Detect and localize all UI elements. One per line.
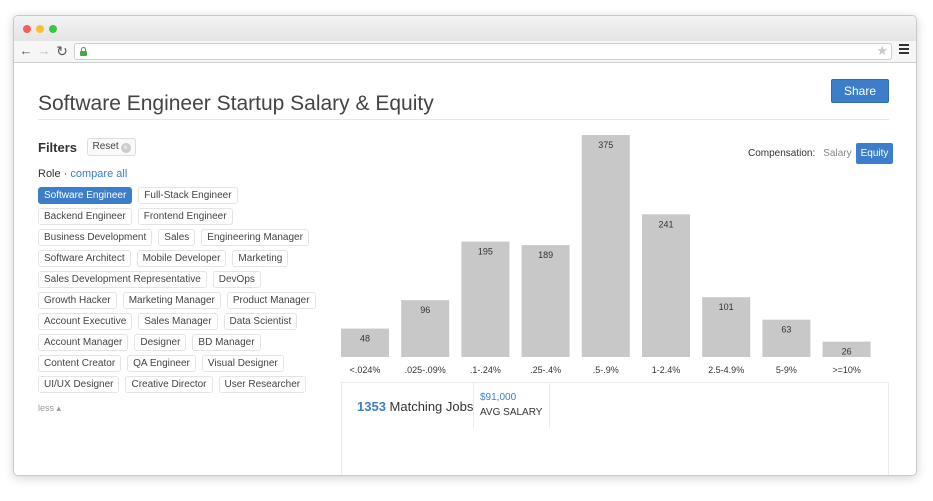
role-tag[interactable]: Backend Engineer: [38, 208, 132, 225]
role-tag[interactable]: User Researcher: [218, 376, 307, 393]
compare-all-link[interactable]: compare all: [70, 168, 127, 180]
role-label-line: Role · compare all: [38, 168, 127, 180]
tag-row: UI/UX Designer Creative Director User Rese…: [38, 376, 328, 393]
tag-row: Backend Engineer Frontend Engineer: [38, 208, 328, 225]
role-tag[interactable]: Sales Development Representative: [38, 271, 207, 288]
role-tag[interactable]: QA Engineer: [127, 355, 196, 372]
bar-value-label: 26: [842, 347, 852, 357]
forward-arrow-icon[interactable]: →: [36, 43, 52, 59]
x-tick-label: 5-9%: [776, 365, 797, 375]
role-tag[interactable]: Business Development: [38, 229, 153, 246]
less-toggle[interactable]: less ▴: [38, 403, 61, 414]
reset-label: Reset: [92, 141, 119, 152]
maximize-window-button[interactable]: [49, 25, 57, 33]
stats-panel: 1353 Matching Jobs $91,000 AVG SALARY: [341, 382, 889, 475]
back-arrow-icon[interactable]: ←: [18, 43, 34, 59]
close-window-button[interactable]: [23, 25, 31, 33]
tag-row: Content Creator QA Engineer Visual Designe…: [38, 355, 328, 372]
bar-value-label: 195: [478, 247, 493, 257]
role-tag[interactable]: Data Scientist: [223, 313, 298, 330]
tag-row: Account Executive Sales Manager Data Scien…: [38, 313, 328, 330]
role-tag[interactable]: Sales Manager: [138, 313, 218, 330]
share-button[interactable]: Share: [831, 79, 889, 103]
role-tag[interactable]: Account Manager: [38, 334, 129, 351]
role-tag[interactable]: Software Architect: [38, 250, 131, 267]
browser-menu-icon[interactable]: [899, 44, 909, 56]
role-separator: ·: [60, 168, 71, 180]
x-tick-label: .025-.09%: [405, 365, 446, 375]
bar-value-label: 101: [719, 302, 734, 312]
role-tag[interactable]: Product Manager: [226, 292, 316, 309]
bar-value-label: 375: [598, 140, 613, 150]
role-tag[interactable]: Marketing Manager: [122, 292, 221, 309]
bar-value-label: 241: [658, 219, 673, 229]
stats-divider: [473, 383, 474, 429]
chart-bar[interactable]: [581, 135, 630, 357]
role-tag[interactable]: Marketing: [232, 250, 289, 267]
role-tag[interactable]: Mobile Developer: [136, 250, 227, 267]
chart-bar[interactable]: [461, 241, 510, 357]
avg-salary: $91,000 AVG SALARY: [480, 392, 542, 418]
bar-value-label: 189: [538, 250, 553, 260]
role-tag[interactable]: Growth Hacker: [38, 292, 117, 309]
role-tag[interactable]: Full-Stack Engineer: [138, 187, 238, 204]
filters-title: Filters: [38, 139, 78, 155]
lock-icon: [80, 47, 87, 56]
minimize-window-button[interactable]: [36, 25, 44, 33]
role-tag[interactable]: Content Creator: [38, 355, 122, 372]
equity-histogram-chart: 48 <.024% 96 .025-.09% 195 .1-.24% 189 .25-.4% 3…: [341, 135, 871, 375]
address-bar[interactable]: ★: [74, 43, 892, 60]
tag-row: Software Architect Mobile Developer Market…: [38, 250, 328, 267]
x-tick-label: .5-.9%: [593, 365, 619, 375]
avg-salary-label: AVG SALARY: [480, 407, 543, 418]
reset-button[interactable]: Reset ×: [87, 138, 136, 156]
filters-header: Filters Reset ×: [38, 138, 136, 156]
bar-value-label: 96: [420, 305, 430, 315]
less-label: less: [38, 403, 55, 413]
tag-row: Software Engineer Full-Stack Engineer: [38, 187, 328, 204]
x-tick-label: .25-.4%: [530, 365, 561, 375]
chart-bar[interactable]: [521, 245, 570, 357]
stats-divider: [549, 383, 550, 429]
bookmark-star-icon[interactable]: ★: [876, 43, 888, 59]
clear-icon: ×: [120, 143, 131, 153]
x-tick-label: 1-2.4%: [652, 365, 681, 375]
page-title: Software Engineer Startup Salary & Equit…: [38, 92, 434, 115]
avg-salary-value: $91,000: [480, 392, 517, 403]
browser-toolbar: ← → ↻ ★: [14, 41, 916, 63]
role-tag[interactable]: Sales: [158, 229, 196, 246]
x-tick-label: 2.5-4.9%: [708, 365, 744, 375]
tag-row: Business Development Sales Engineering Man…: [38, 229, 328, 246]
x-tick-label: >=10%: [832, 365, 861, 375]
tag-row: Growth Hacker Marketing Manager Product Ma…: [38, 292, 328, 309]
role-tag[interactable]: BD Manager: [192, 334, 261, 351]
bar-value-label: 48: [360, 334, 370, 344]
role-tag[interactable]: Software Engineer: [38, 187, 133, 204]
role-tag-list: Software Engineer Full-Stack Engineer Back…: [38, 187, 328, 397]
x-tick-label: .1-.24%: [470, 365, 501, 375]
jobs-count: 1353: [357, 399, 386, 414]
role-tag[interactable]: DevOps: [212, 271, 261, 288]
window-titlebar: [14, 16, 916, 41]
chart-bar[interactable]: [642, 214, 690, 357]
role-label: Role: [38, 168, 61, 180]
tag-row: Account Manager Designer BD Manager: [38, 334, 328, 351]
role-tag[interactable]: UI/UX Designer: [38, 376, 120, 393]
role-tag[interactable]: Designer: [134, 334, 187, 351]
page-content: Software Engineer Startup Salary & Equit…: [14, 64, 916, 475]
caret-up-icon: ▴: [56, 403, 62, 413]
jobs-label: Matching Jobs: [385, 399, 474, 414]
role-tag[interactable]: Creative Director: [125, 376, 213, 393]
browser-window: ← → ↻ ★ Software Engineer Startup Salary…: [13, 15, 917, 476]
tag-row: Sales Development Representative DevOps: [38, 271, 328, 288]
role-tag[interactable]: Account Executive: [38, 313, 133, 330]
role-tag[interactable]: Engineering Manager: [201, 229, 309, 246]
matching-jobs: 1353 Matching Jobs: [357, 399, 473, 414]
bar-value-label: 63: [781, 325, 791, 335]
role-tag[interactable]: Frontend Engineer: [137, 208, 233, 225]
role-tag[interactable]: Visual Designer: [201, 355, 284, 372]
x-tick-label: <.024%: [350, 365, 381, 375]
reload-icon[interactable]: ↻: [54, 43, 70, 59]
